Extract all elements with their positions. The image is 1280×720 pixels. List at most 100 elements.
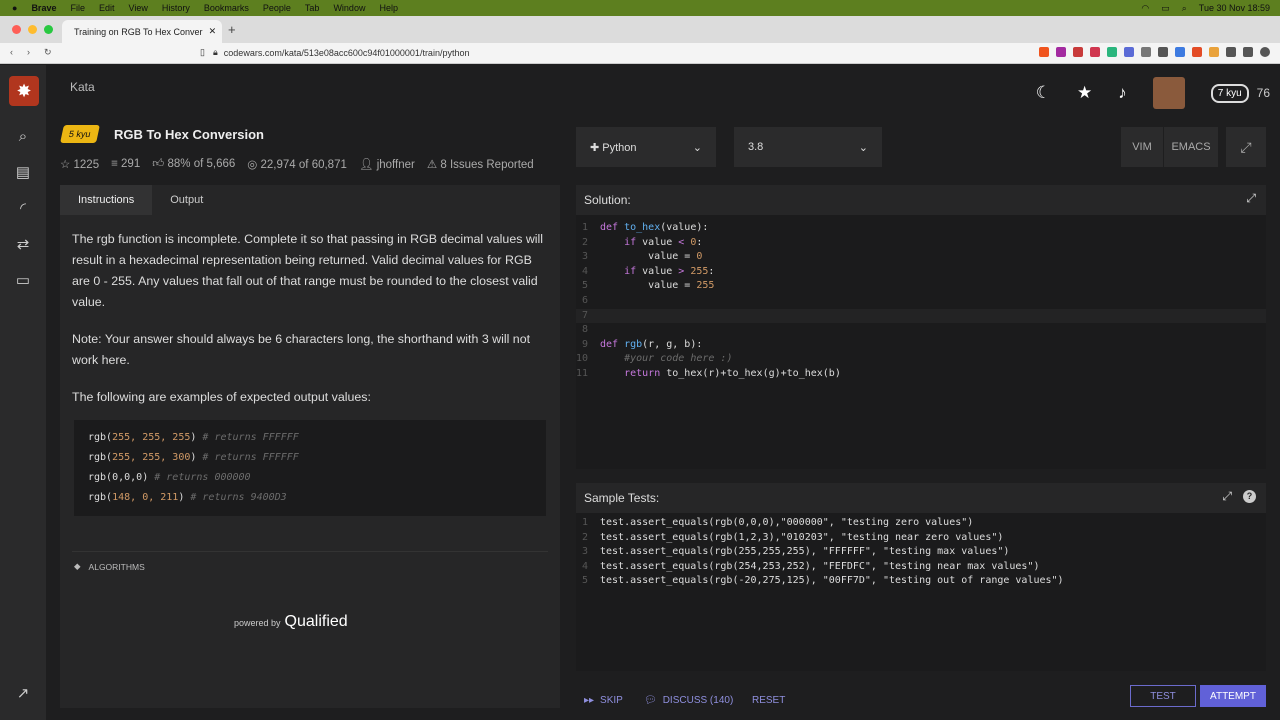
author-link[interactable]: 👤︎ jhoffner (359, 157, 415, 171)
app-menu[interactable]: Brave (31, 3, 56, 13)
codewars-logo[interactable]: ✸ (9, 76, 39, 106)
extension-icon[interactable] (1073, 47, 1083, 57)
satisfaction-stat: 👍︎ 88% of 5,666 (152, 158, 236, 170)
menu-file[interactable]: File (70, 3, 85, 13)
help-icon[interactable]: ? (1243, 490, 1256, 503)
solution-editor[interactable]: 1 def to_hex(value): 2 if value < 0: 3 va… (576, 215, 1266, 469)
apple-icon[interactable]: ● (12, 3, 17, 13)
version-select[interactable]: 3.8 ⌄ (734, 127, 882, 167)
browser-tab[interactable]: Training on RGB To Hex Conver ✕ (62, 20, 222, 43)
url-text: codewars.com/kata/513e08acc600c94f010000… (223, 47, 470, 58)
extension-icon[interactable] (1158, 47, 1168, 57)
close-tab-icon[interactable]: ✕ (209, 26, 217, 37)
bookmark-icon[interactable]: ▯ (200, 47, 205, 58)
battery-icon[interactable]: ▭ (1161, 3, 1170, 14)
issues-link[interactable]: ⚠ 8 Issues Reported (427, 157, 534, 171)
language-value: Python (602, 141, 637, 154)
emacs-button[interactable]: EMACS (1164, 127, 1218, 167)
clock[interactable]: Tue 30 Nov 18:59 (1199, 3, 1270, 13)
example-line: rgb(0,0,0) # returns 000000 (88, 472, 251, 483)
tab-output[interactable]: Output (152, 185, 221, 215)
extension-icon[interactable] (1107, 47, 1117, 57)
expand-icon[interactable]: ⤢ (1246, 191, 1256, 206)
lock-icon: 🔒︎ (213, 47, 218, 57)
discuss-icon[interactable]: ▭ (14, 272, 32, 290)
powered-by[interactable]: powered by Qualified (234, 613, 348, 631)
minimize-window-button[interactable] (28, 25, 37, 34)
kata-title: RGB To Hex Conversion (114, 127, 265, 142)
menu-help[interactable]: Help (379, 3, 398, 13)
test-button[interactable]: TEST (1130, 685, 1196, 707)
code-line: 9 def rgb(r, g, b): (581, 338, 703, 350)
fullscreen-icon[interactable]: ⤢ (1226, 127, 1266, 167)
expand-icon[interactable]: ⤢ (1222, 489, 1232, 504)
reset-button[interactable]: RESET (752, 689, 785, 711)
wallet-icon[interactable] (1243, 47, 1253, 57)
extension-icon[interactable] (1175, 47, 1185, 57)
collections-stat: ≡ 291 (111, 158, 141, 170)
comments-icon: 💬︎ (644, 694, 657, 706)
chevron-down-icon: ⌄ (858, 141, 868, 154)
menu-edit[interactable]: Edit (99, 3, 115, 13)
tag-algorithms[interactable]: ALGORITHMS (89, 562, 145, 572)
code-line: 11 return to_hex(r)+to_hex(g)+to_hex(b) (576, 367, 841, 379)
skip-icon: ▸▸ (584, 694, 595, 706)
zoom-window-button[interactable] (44, 25, 53, 34)
bell-icon[interactable]: ♪ (1118, 83, 1127, 103)
breadcrumb-kata[interactable]: Kata (70, 80, 95, 94)
menu-tab[interactable]: Tab (305, 3, 320, 13)
discuss-button[interactable]: 💬︎ DISCUSS (140) (644, 689, 733, 711)
menu-people[interactable]: People (263, 3, 291, 13)
menu-view[interactable]: View (129, 3, 148, 13)
extension-icon[interactable] (1141, 47, 1151, 57)
test-line: 5 test.assert_equals(rgb(-20,275,125), "0… (581, 575, 1064, 587)
moon-icon[interactable]: ☾ (1036, 83, 1051, 103)
instructions-examples-intro: The following are examples of expected o… (72, 390, 371, 404)
profile-icon[interactable] (1260, 47, 1270, 57)
example-line: rgb(148, 0, 211) # returns 9400D3 (88, 492, 287, 503)
tests-editor[interactable]: 1 test.assert_equals(rgb(0,0,0),"000000",… (576, 513, 1266, 671)
menu-window[interactable]: Window (333, 3, 365, 13)
new-tab-button[interactable]: + (228, 22, 236, 37)
puzzle-icon[interactable] (1226, 47, 1236, 57)
code-line: 4 if value > 255: (581, 265, 715, 277)
menu-history[interactable]: History (162, 3, 190, 13)
test-line: 4 test.assert_equals(rgb(254,253,252), "F… (581, 560, 1040, 572)
top-nav: Kata ☾ ★ ♪ 7 kyu 76 (46, 65, 1280, 121)
url-field[interactable]: 🔒︎ codewars.com/kata/513e08acc600c94f010… (213, 47, 469, 58)
extension-icon[interactable] (1124, 47, 1134, 57)
macos-menubar: ● Brave File Edit View History Bookmarks… (0, 0, 1280, 16)
trending-icon[interactable]: ↗ (14, 685, 32, 703)
vim-button[interactable]: VIM (1121, 127, 1163, 167)
kata-rank-badge: 5 kyu (60, 125, 100, 143)
forward-icon[interactable]: › (27, 47, 30, 58)
tag-icon: ◆ (74, 561, 81, 571)
skip-button[interactable]: ▸▸ SKIP (584, 689, 623, 711)
bookmark-star-icon[interactable]: ★ (1077, 83, 1092, 103)
menu-bookmarks[interactable]: Bookmarks (204, 3, 249, 13)
language-select[interactable]: ✚ Python ⌄ (576, 127, 716, 167)
avatar[interactable] (1152, 77, 1185, 109)
reload-icon[interactable]: ↻ (44, 47, 52, 58)
test-line: 2 test.assert_equals(rgb(1,2,3),"010203",… (581, 531, 1004, 543)
search-icon[interactable]: ⌕ (14, 128, 32, 146)
extension-icon[interactable] (1192, 47, 1202, 57)
book-icon[interactable]: ▤ (14, 164, 32, 182)
code-line: 2 if value < 0: (581, 236, 703, 248)
back-icon[interactable]: ‹ (10, 47, 13, 58)
extension-icon[interactable] (1209, 47, 1219, 57)
wifi-icon[interactable]: ◠ (1141, 3, 1149, 14)
extension-icon[interactable] (1090, 47, 1100, 57)
attempt-button[interactable]: ATTEMPT (1200, 685, 1266, 707)
example-line: rgb(255, 255, 255) # returns FFFFFF (88, 432, 299, 443)
brave-rewards-icon[interactable] (1056, 47, 1066, 57)
tab-title: Training on RGB To Hex Conver (74, 26, 203, 37)
practice-icon[interactable]: ⇄ (14, 236, 32, 254)
search-icon[interactable]: ⌕ (1182, 3, 1187, 14)
address-bar-row: ‹ › ↻ ▯ 🔒︎ codewars.com/kata/513e08acc60… (0, 43, 1280, 64)
close-window-button[interactable] (12, 25, 21, 34)
stars-stat[interactable]: ☆ 1225 (60, 157, 99, 171)
brave-shield-icon[interactable] (1039, 47, 1049, 57)
tab-instructions[interactable]: Instructions (60, 185, 153, 215)
rss-icon[interactable]: ◜ (14, 200, 32, 218)
